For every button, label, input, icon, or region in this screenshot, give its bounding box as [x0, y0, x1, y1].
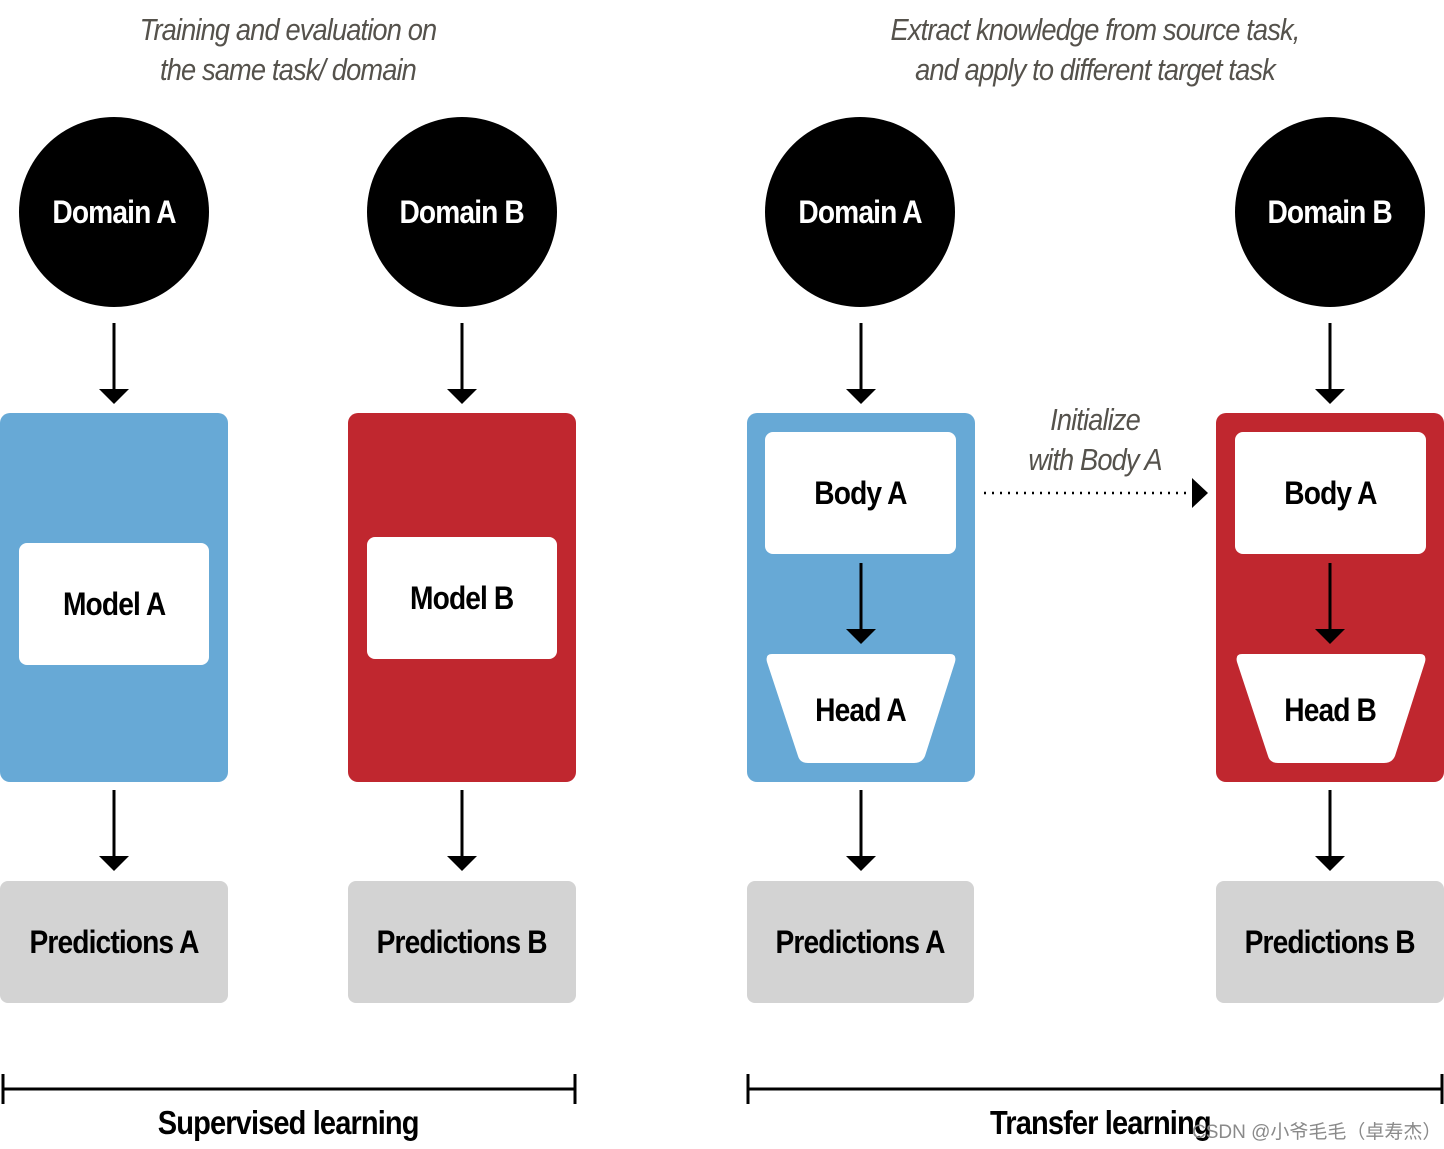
supervised-predictions-b: Predictions B	[348, 881, 576, 1003]
initialize-label-line1: Initialize	[1050, 402, 1141, 437]
supervised-learning-label: Supervised learning	[88, 1104, 488, 1142]
supervised-predictions-a: Predictions A	[0, 881, 228, 1003]
supervised-learning-text: Supervised learning	[157, 1104, 420, 1141]
arrow-down-icon	[447, 323, 477, 404]
head-a-label: Head A	[815, 691, 907, 728]
head-a-box: Head A	[765, 656, 956, 764]
transfer-predictions-b: Predictions B	[1216, 881, 1444, 1003]
transfer-learning-text: Transfer learning	[989, 1104, 1212, 1141]
arrow-down-icon	[1315, 790, 1345, 871]
arrow-down-icon	[99, 790, 129, 871]
head-b-label: Head B	[1284, 691, 1378, 728]
initialize-label-line2: with Body A	[1028, 442, 1162, 477]
initialize-arrow-icon	[984, 478, 1208, 508]
head-b-box: Head B	[1235, 656, 1426, 764]
supervised-bracket	[1, 1074, 577, 1104]
initialize-label: Initialize with Body A	[1007, 400, 1183, 480]
arrow-down-icon	[447, 790, 477, 871]
transfer-predictions-a: Predictions A	[747, 881, 974, 1003]
predictions-label: Predictions A	[29, 923, 199, 960]
watermark: CSDN @小爷毛毛（卓寿杰）	[1192, 1122, 1442, 1143]
predictions-label: Predictions B	[1244, 923, 1416, 960]
arrow-down-icon	[846, 323, 876, 404]
predictions-label: Predictions A	[775, 923, 946, 960]
arrow-down-icon	[1315, 563, 1345, 644]
arrow-down-icon	[846, 790, 876, 871]
arrow-down-icon	[1315, 323, 1345, 404]
arrow-down-icon	[846, 563, 876, 644]
predictions-label: Predictions B	[376, 923, 548, 960]
arrow-down-icon	[99, 323, 129, 404]
transfer-bracket	[746, 1074, 1444, 1104]
